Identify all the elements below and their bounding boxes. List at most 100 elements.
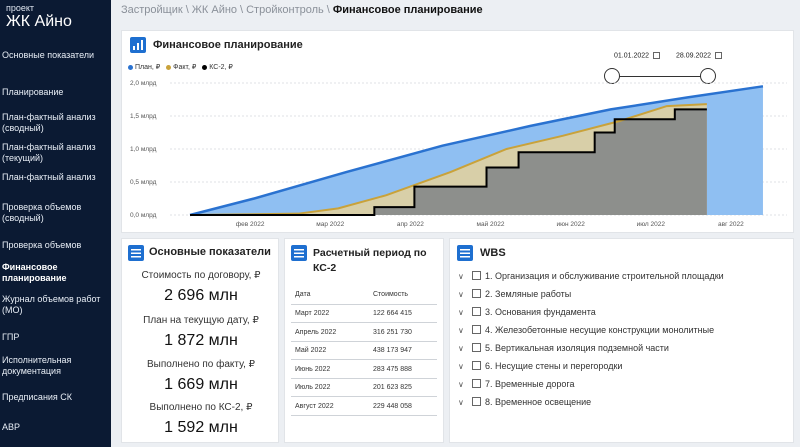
kpi-value-fact: 1 669 млн <box>164 376 238 393</box>
chevron-down-icon[interactable]: ∨ <box>458 380 468 389</box>
table-row-divider <box>291 322 437 323</box>
kpi-title: Основные показатели <box>149 246 271 258</box>
chevron-down-icon[interactable]: ∨ <box>458 272 468 281</box>
sidebar-item[interactable]: План-фактный анализ (текущий) <box>0 142 111 164</box>
checkbox[interactable] <box>472 289 481 298</box>
sidebar-item[interactable]: АВР <box>0 422 111 433</box>
chevron-down-icon[interactable]: ∨ <box>458 290 468 299</box>
bar-chart-icon <box>130 37 146 53</box>
column-header-date[interactable]: Дата <box>295 291 311 298</box>
y-tick-label: 1,5 млрд <box>130 113 157 120</box>
legend-label-ks2: КС-2, ₽ <box>209 64 233 71</box>
wbs-item[interactable]: ∨ 1. Организация и обслуживание строитель… <box>458 271 724 281</box>
legend-item-plan[interactable]: План, ₽ <box>128 64 160 71</box>
date-to-field[interactable]: 28.09.2022 <box>676 52 723 60</box>
table-row-divider <box>291 396 437 397</box>
chevron-down-icon[interactable]: ∨ <box>458 362 468 371</box>
breadcrumb-separator: \ <box>240 4 244 16</box>
sidebar-item[interactable]: ГПР <box>0 332 111 343</box>
x-tick-label: авг 2022 <box>718 221 744 228</box>
kpi-label-plan: План на текущую дату, ₽ <box>143 315 259 326</box>
chevron-down-icon[interactable]: ∨ <box>458 326 468 335</box>
table-row-divider <box>291 414 437 416</box>
legend-item-ks2[interactable]: КС-2, ₽ <box>202 64 233 71</box>
table-cell-date: Июль 2022 <box>295 384 331 391</box>
x-tick-label: фев 2022 <box>236 221 265 228</box>
legend-dot-ks2 <box>202 64 208 70</box>
y-tick-label: 2,0 млрд <box>130 80 157 87</box>
breadcrumb-item-control[interactable]: Стройконтроль <box>246 4 324 16</box>
kpi-label-contract: Стоимость по договору, ₽ <box>141 270 261 281</box>
sidebar-item[interactable]: План-фактный анализ (сводный) <box>0 112 111 134</box>
chevron-down-icon[interactable]: ∨ <box>458 308 468 317</box>
sidebar-item[interactable]: Планирование <box>0 87 111 98</box>
legend-label-fact: Факт, ₽ <box>173 64 197 71</box>
wbs-item[interactable]: ∨ 8. Временное освещение <box>458 397 591 407</box>
checkbox[interactable] <box>472 271 481 280</box>
table-cell-date: Июнь 2022 <box>295 365 331 373</box>
wbs-item[interactable]: ∨ 5. Вертикальная изоляция подземной част… <box>458 343 669 353</box>
kpi-value-contract: 2 696 млн <box>164 287 238 304</box>
sidebar-item[interactable]: План-фактный анализ <box>0 172 111 183</box>
wbs-item[interactable]: ∨ 7. Временные дорога <box>458 379 575 389</box>
table-cell-cost: 316 251 730 <box>373 328 412 336</box>
sidebar-item[interactable]: Исполнительная документация <box>0 355 111 377</box>
kpi-label-ks2: Выполнено по КС-2, ₽ <box>149 402 253 413</box>
date-from-field[interactable]: 01.01.2022 <box>614 52 661 60</box>
legend-label-plan: План, ₽ <box>135 64 161 71</box>
legend-item-fact[interactable]: Факт, ₽ <box>166 64 196 71</box>
list-icon <box>291 245 307 261</box>
x-tick-label: июл 2022 <box>637 221 666 228</box>
wbs-item[interactable]: ∨ 3. Основания фундамента <box>458 307 596 317</box>
wbs-item[interactable]: ∨ 4. Железобетонные несущие конструкции м… <box>458 325 714 335</box>
breadcrumb-separator: \ <box>185 4 189 16</box>
x-tick-label: апр 2022 <box>397 221 424 228</box>
date-to-value: 28.09.2022 <box>676 52 712 60</box>
kpi-value-plan: 1 872 млн <box>164 332 238 349</box>
y-tick-label: 1,0 млрд <box>130 146 157 153</box>
checkbox[interactable] <box>472 379 481 388</box>
wbs-item-label: 4. Железобетонные несущие конструкции мо… <box>485 325 715 335</box>
table-cell-date: Апрель 2022 <box>295 328 337 336</box>
financial-area-chart: 0,0 млрд 0,5 млрд 1,0 млрд 1,5 млрд 2,0 млрд… <box>130 80 787 228</box>
wbs-item[interactable]: ∨ 2. Земляные работы <box>458 289 571 299</box>
checkbox[interactable] <box>472 361 481 370</box>
table-cell-date: Август 2022 <box>295 402 334 410</box>
checkbox[interactable] <box>472 343 481 352</box>
table-cell-date: Май 2022 <box>295 347 327 354</box>
wbs-item-label: 6. Несущие стены и перегородки <box>485 361 623 371</box>
legend-dot-plan <box>128 64 133 70</box>
checkbox[interactable] <box>472 307 481 316</box>
column-header-cost[interactable]: Стоимость <box>373 291 408 298</box>
wbs-item-label: 2. Земляные работы <box>485 289 572 299</box>
list-icon <box>457 245 473 261</box>
breadcrumb-separator: \ <box>326 4 330 16</box>
chevron-down-icon[interactable]: ∨ <box>458 344 468 353</box>
checkbox[interactable] <box>472 325 481 334</box>
sidebar-item[interactable]: Проверка объемов <box>0 240 111 251</box>
chart-legend: План, ₽ Факт, ₽ КС-2, ₽ <box>128 63 237 71</box>
table-cell-cost: 201 623 825 <box>373 384 412 391</box>
sidebar-item[interactable]: Проверка объемов (сводный) <box>0 202 111 224</box>
kpi-card: Основные показатели Стоимость по договор… <box>121 238 279 443</box>
table-cell-date: Март 2022 <box>295 310 330 317</box>
kpi-label-fact: Выполнено по факту, ₽ <box>146 359 256 370</box>
date-from-value: 01.01.2022 <box>614 52 650 60</box>
sidebar-item[interactable]: Основные показатели <box>0 50 111 61</box>
sidebar-item[interactable]: Журнал объемов работ (МО) <box>0 294 111 316</box>
sidebar-item[interactable]: Предписания СК <box>0 392 111 403</box>
wbs-item[interactable]: ∨ 6. Несущие стены и перегородки <box>458 361 622 371</box>
wbs-item-label: 7. Временные дорога <box>485 379 575 389</box>
y-tick-label: 0,0 млрд <box>130 212 157 219</box>
checkbox[interactable] <box>472 397 481 406</box>
table-cell-cost: 122 664 415 <box>373 310 412 317</box>
table-cell-cost: 229 448 058 <box>373 402 412 410</box>
table-row-divider <box>291 340 437 342</box>
calendar-icon <box>653 52 661 59</box>
breadcrumb-item-project[interactable]: ЖК Айно <box>192 4 237 16</box>
x-tick-label: май 2022 <box>477 220 505 228</box>
breadcrumb-item-developer[interactable]: Застройщик <box>121 4 183 16</box>
calendar-icon <box>715 52 723 59</box>
chevron-down-icon[interactable]: ∨ <box>458 398 468 407</box>
sidebar-item[interactable]: Финансовое планирование <box>0 262 111 284</box>
